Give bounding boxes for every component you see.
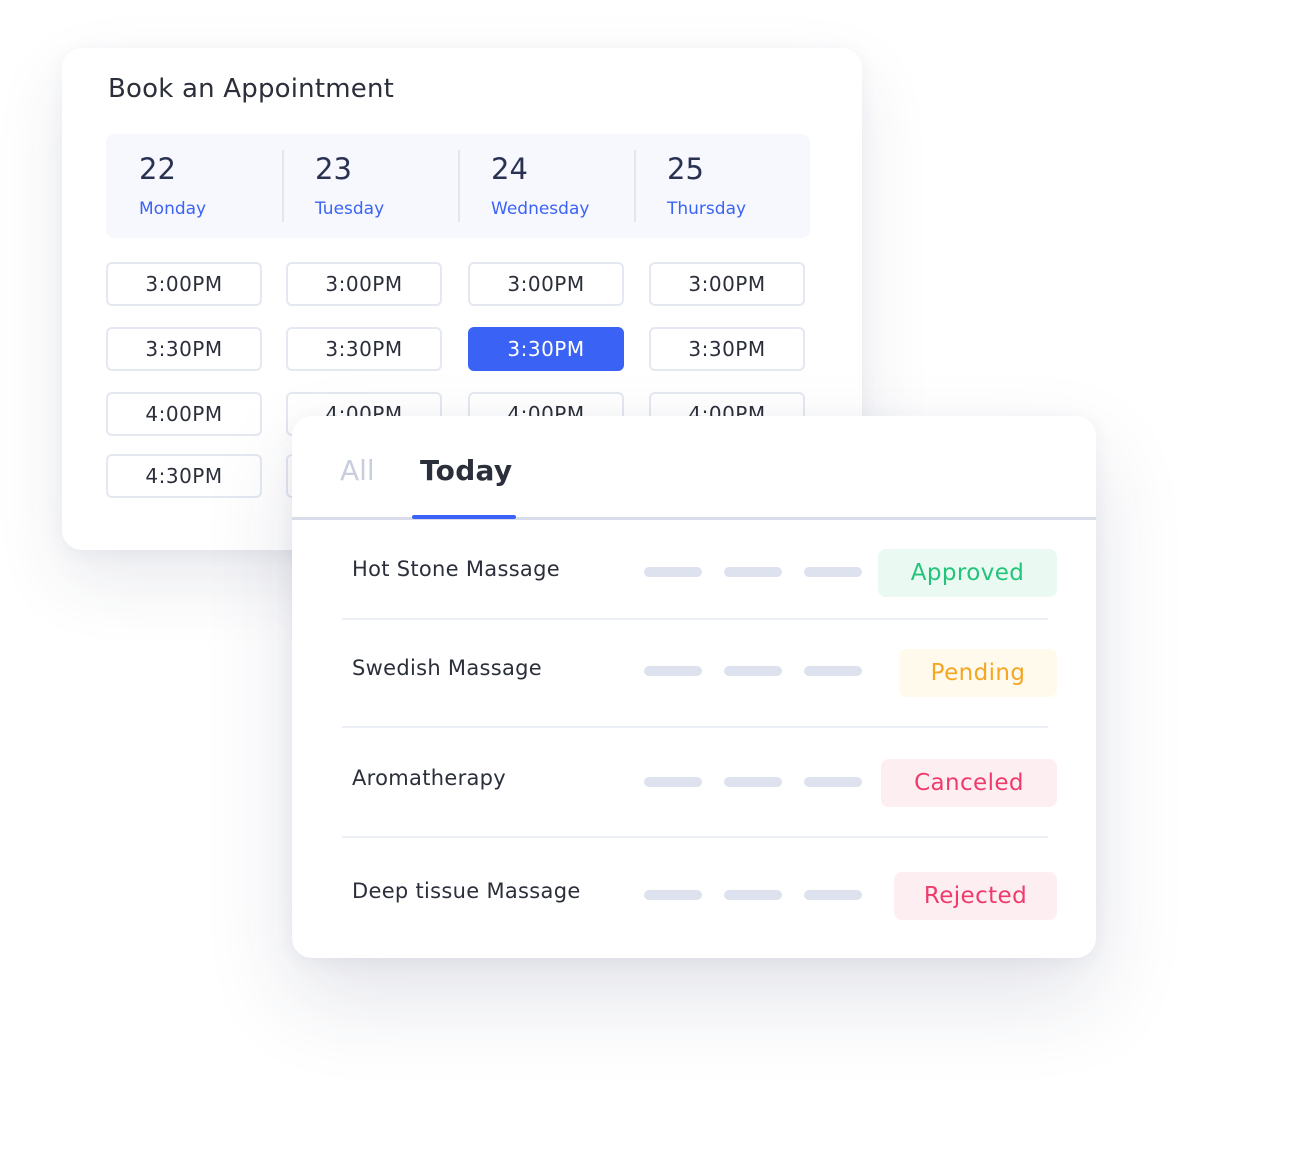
- status-badge-pending: Pending: [899, 649, 1057, 697]
- date-wednesday[interactable]: 24 Wednesday: [458, 134, 634, 238]
- placeholder-bar: [804, 890, 862, 900]
- row-divider: [342, 726, 1048, 728]
- time-slot-tuesday-300pm[interactable]: 3:00PM: [286, 262, 442, 306]
- status-badge-canceled: Canceled: [881, 759, 1057, 807]
- placeholder-bar: [644, 666, 702, 676]
- placeholder-bar: [804, 666, 862, 676]
- time-slot-thursday-330pm[interactable]: 3:30PM: [649, 327, 805, 371]
- appointments-card: All Today Hot Stone Massage Approved Swe…: [292, 416, 1096, 958]
- tabs-bar: All Today: [292, 416, 1096, 520]
- service-name: Hot Stone Massage: [352, 557, 560, 581]
- service-name: Deep tissue Massage: [352, 879, 581, 903]
- appointment-row[interactable]: Hot Stone Massage Approved: [292, 544, 1096, 604]
- date-tuesday[interactable]: 23 Tuesday: [282, 134, 458, 238]
- date-number: 22: [139, 152, 176, 186]
- stage: Book an Appointment 22 Monday 23 Tuesday…: [0, 0, 1315, 1176]
- row-divider: [342, 836, 1048, 838]
- time-slot-monday-400pm[interactable]: 4:00PM: [106, 392, 262, 436]
- date-number: 25: [667, 152, 704, 186]
- tab-today[interactable]: Today: [420, 454, 512, 487]
- service-name: Aromatherapy: [352, 766, 507, 790]
- date-number: 24: [491, 152, 528, 186]
- status-badge-approved: Approved: [878, 549, 1057, 597]
- placeholder-bar: [804, 777, 862, 787]
- date-day-label: Tuesday: [315, 199, 385, 219]
- date-day-label: Monday: [139, 199, 207, 219]
- active-tab-indicator: [412, 515, 516, 519]
- placeholder-bar: [724, 890, 782, 900]
- time-slot-monday-430pm[interactable]: 4:30PM: [106, 454, 262, 498]
- appointment-row[interactable]: Deep tissue Massage Rejected: [292, 866, 1096, 926]
- placeholder-bar: [644, 777, 702, 787]
- placeholder-bar: [724, 777, 782, 787]
- date-day-label: Wednesday: [491, 199, 590, 219]
- placeholder-bar: [724, 567, 782, 577]
- booking-title: Book an Appointment: [108, 74, 395, 104]
- time-slot-wednesday-300pm[interactable]: 3:00PM: [468, 262, 624, 306]
- date-day-label: Thursday: [667, 199, 747, 219]
- appointment-row[interactable]: Swedish Massage Pending: [292, 644, 1096, 704]
- row-divider: [342, 618, 1048, 620]
- date-strip: 22 Monday 23 Tuesday 24 Wednesday 25 Thu…: [106, 134, 810, 238]
- service-name: Swedish Massage: [352, 656, 543, 680]
- date-number: 23: [315, 152, 352, 186]
- placeholder-bar: [724, 666, 782, 676]
- placeholder-bar: [804, 567, 862, 577]
- placeholder-bar: [644, 567, 702, 577]
- time-slot-monday-300pm[interactable]: 3:00PM: [106, 262, 262, 306]
- date-thursday[interactable]: 25 Thursday: [634, 134, 810, 238]
- status-badge-rejected: Rejected: [894, 872, 1057, 920]
- placeholder-bar: [644, 890, 702, 900]
- date-monday[interactable]: 22 Monday: [106, 134, 282, 238]
- tab-all[interactable]: All: [340, 454, 375, 487]
- time-slot-wednesday-330pm-selected[interactable]: 3:30PM: [468, 327, 624, 371]
- time-slot-monday-330pm[interactable]: 3:30PM: [106, 327, 262, 371]
- time-slot-tuesday-330pm[interactable]: 3:30PM: [286, 327, 442, 371]
- appointment-row[interactable]: Aromatherapy Canceled: [292, 753, 1096, 813]
- time-slot-thursday-300pm[interactable]: 3:00PM: [649, 262, 805, 306]
